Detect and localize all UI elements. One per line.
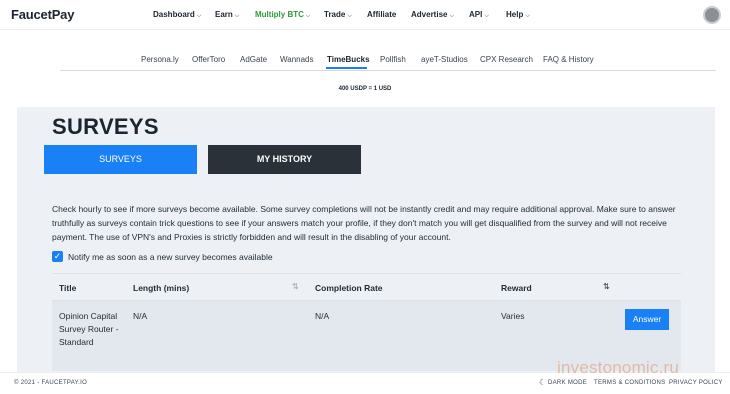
tab-pollfish[interactable]: Pollfish — [380, 55, 406, 64]
tab-timebucks[interactable]: TimeBucks — [327, 55, 370, 64]
tab-wannads[interactable]: Wannads — [280, 55, 314, 64]
check-icon: ✓ — [53, 251, 62, 261]
notify-checkbox[interactable]: ✓ — [52, 251, 63, 262]
chevron-down-icon: ⌵ — [525, 13, 530, 19]
my-history-tab-button[interactable]: MY HISTORY — [208, 145, 361, 174]
column-length[interactable]: Length (mins) — [133, 283, 189, 293]
nav-multiply-btc[interactable]: Multiply BTC ⌵ — [255, 10, 310, 20]
tab-faq-history[interactable]: FAQ & History — [543, 55, 594, 64]
nav-trade[interactable]: Trade ⌵ — [324, 10, 352, 20]
page-title: SURVEYS — [52, 114, 159, 139]
nav-affiliate[interactable]: Affiliate — [367, 10, 396, 19]
column-title: Title — [59, 283, 77, 293]
tab-offertoro[interactable]: OfferToro — [192, 55, 225, 64]
answer-button[interactable]: Answer — [625, 309, 669, 330]
tab-personaly[interactable]: Persona.ly — [141, 55, 179, 64]
terms-link[interactable]: TERMS & CONDITIONS — [594, 380, 665, 386]
nav-dashboard[interactable]: Dashboard ⌵ — [153, 10, 201, 20]
privacy-link[interactable]: PRIVACY POLICY — [669, 380, 723, 386]
sort-icon[interactable]: ⇅ — [603, 282, 610, 291]
tab-ayet-studios[interactable]: ayeT-Studios — [421, 55, 468, 64]
copyright: © 2021 - FAUCETPAY.IO — [14, 380, 88, 386]
sort-icon[interactable]: ⇅ — [292, 282, 299, 291]
nav-advertise[interactable]: Advertise ⌵ — [411, 10, 454, 20]
moon-icon[interactable]: ☾ — [539, 378, 546, 387]
survey-reward: Varies — [501, 311, 525, 321]
survey-length: N/A — [133, 311, 148, 321]
surveys-tab-button[interactable]: SURVEYS — [44, 145, 197, 174]
nav-help[interactable]: Help ⌵ — [506, 10, 530, 20]
chevron-down-icon: ⌵ — [484, 13, 489, 19]
survey-completion-rate: N/A — [315, 311, 330, 321]
dark-mode-toggle[interactable]: DARK MODE — [548, 380, 587, 386]
survey-title: Opinion Capital Survey Router - Standard — [59, 311, 119, 347]
exchange-rate: 400 USDP = 1 USD — [338, 86, 392, 92]
nav-api[interactable]: API ⌵ — [469, 10, 489, 20]
top-navigation: FaucetPay Dashboard ⌵ Earn ⌵ Multiply BTC ⌵… — [0, 0, 730, 30]
survey-description: Check hourly to see if more surveys beco… — [52, 204, 676, 242]
divider — [60, 70, 716, 71]
column-completion-rate[interactable]: Completion Rate — [315, 283, 383, 293]
chevron-down-icon: ⌵ — [234, 13, 240, 19]
tab-cpx-research[interactable]: CPX Research — [480, 55, 533, 64]
nav-earn[interactable]: Earn ⌵ — [215, 10, 239, 20]
active-tab-indicator — [326, 67, 367, 69]
chevron-down-icon: ⌵ — [449, 13, 455, 19]
faucetpay-logo[interactable]: FaucetPay — [11, 7, 74, 22]
column-reward[interactable]: Reward — [501, 283, 532, 293]
provider-tabs: Persona.ly OfferToro AdGate Wannads Time… — [0, 50, 730, 72]
chevron-down-icon: ⌵ — [347, 13, 352, 19]
user-avatar[interactable] — [703, 6, 721, 24]
chevron-down-icon: ⌵ — [305, 13, 311, 19]
notify-label[interactable]: Notify me as soon as a new survey become… — [68, 252, 273, 262]
chevron-down-icon: ⌵ — [196, 13, 202, 19]
watermark: investonomic.ru — [557, 358, 680, 377]
tab-adgate[interactable]: AdGate — [240, 55, 267, 64]
